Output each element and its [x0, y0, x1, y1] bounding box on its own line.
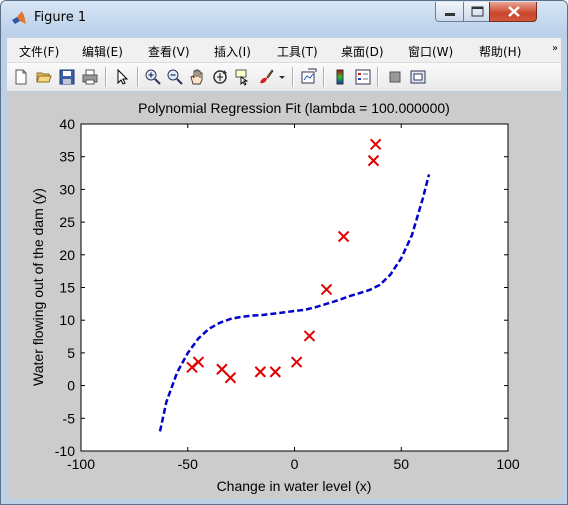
menu-file[interactable]: 文件(F) — [19, 43, 59, 60]
pointer-icon[interactable] — [113, 68, 131, 86]
legend-icon[interactable] — [354, 68, 372, 86]
toolbar-separator — [105, 67, 107, 87]
menu-view[interactable]: 查看(V) — [148, 43, 190, 60]
save-icon[interactable] — [58, 68, 76, 86]
minimize-icon — [445, 13, 455, 16]
toolbar-separator — [137, 67, 139, 87]
menu-help[interactable]: 帮助(H) — [479, 43, 521, 60]
brush-dropdown-icon[interactable] — [277, 68, 287, 86]
y-tick-label: 40 — [59, 116, 75, 132]
figure-canvas: Polynomial Regression Fit (lambda = 100.… — [7, 93, 561, 499]
y-tick-label: 10 — [59, 312, 75, 328]
pan-hand-icon[interactable] — [188, 68, 206, 86]
window-title: Figure 1 — [34, 10, 87, 25]
matlab-icon — [12, 11, 26, 24]
axes-box — [80, 123, 509, 452]
zoom-in-icon[interactable] — [144, 68, 162, 86]
rotate-3d-icon[interactable] — [211, 68, 229, 86]
show-plot-tools-icon[interactable] — [409, 68, 427, 86]
close-icon — [508, 6, 520, 17]
y-tick-label: 0 — [67, 378, 75, 394]
menu-desktop[interactable]: 桌面(D) — [341, 43, 384, 60]
open-folder-icon[interactable] — [35, 68, 53, 86]
plot-area[interactable]: Polynomial Regression Fit (lambda = 100.… — [7, 93, 561, 499]
minimize-button[interactable] — [435, 2, 464, 22]
y-tick-label: 25 — [59, 214, 75, 230]
toolbar-separator — [377, 67, 379, 87]
x-tick-label: 0 — [291, 456, 299, 472]
colorbar-icon[interactable] — [331, 68, 349, 86]
x-tick-label: 50 — [393, 456, 409, 472]
y-tick-label: 20 — [59, 247, 75, 263]
menu-overflow-icon[interactable]: » — [552, 43, 558, 54]
x-axis-label: Change in water level (x) — [217, 478, 372, 494]
maximize-icon — [471, 6, 484, 17]
menu-bar: 文件(F) 编辑(E) 查看(V) 插入(I) 工具(T) 桌面(D) 窗口(W… — [7, 38, 561, 63]
y-tick-label: 5 — [67, 345, 75, 361]
menu-edit[interactable]: 编辑(E) — [82, 43, 123, 60]
menu-insert[interactable]: 插入(I) — [214, 43, 251, 60]
maximize-button[interactable] — [463, 2, 490, 22]
toolbar-separator — [292, 67, 294, 87]
brush-icon[interactable] — [257, 68, 275, 86]
close-button[interactable] — [489, 2, 537, 22]
new-file-icon[interactable] — [12, 68, 30, 86]
y-tick-label: 15 — [59, 280, 75, 296]
data-cursor-icon[interactable] — [234, 68, 252, 86]
chart-title: Polynomial Regression Fit (lambda = 100.… — [138, 100, 450, 116]
x-tick-label: 100 — [496, 456, 520, 472]
hide-plot-tools-icon[interactable] — [386, 68, 404, 86]
y-tick-label: 30 — [59, 181, 75, 197]
figure-window: Figure 1 文件(F) 编辑(E) 查看(V) 插入(I) 工具(T) 桌… — [0, 0, 568, 505]
y-tick-label: 35 — [59, 149, 75, 165]
print-icon[interactable] — [81, 68, 99, 86]
y-tick-label: -5 — [63, 410, 76, 426]
menu-tools[interactable]: 工具(T) — [277, 43, 318, 60]
link-plot-icon[interactable] — [300, 68, 318, 86]
y-tick-label: -10 — [55, 443, 75, 459]
title-bar[interactable]: Figure 1 — [1, 1, 567, 35]
y-axis-label: Water flowing out of the dam (y) — [30, 188, 46, 386]
toolbar-separator — [323, 67, 325, 87]
zoom-out-icon[interactable] — [166, 68, 184, 86]
menu-window[interactable]: 窗口(W) — [408, 43, 453, 60]
figure-toolbar — [7, 63, 561, 92]
x-tick-label: -50 — [178, 456, 198, 472]
